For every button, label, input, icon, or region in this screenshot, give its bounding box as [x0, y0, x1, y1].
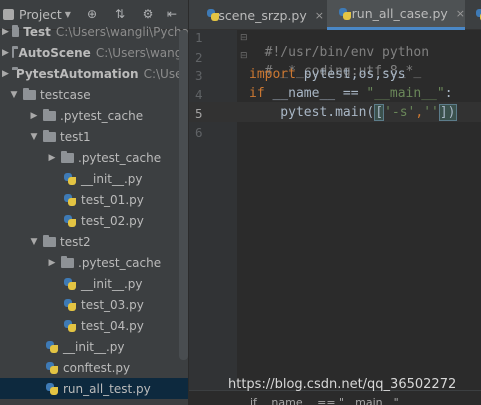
python-file-icon: [63, 319, 77, 333]
folder-icon: [23, 87, 36, 100]
chevron-right-icon[interactable]: ▶: [46, 153, 58, 163]
line-number: 2: [195, 50, 203, 65]
tree-item-file[interactable]: test_04.py: [0, 315, 188, 336]
python-file-icon: [45, 340, 59, 354]
folder-icon: [61, 255, 74, 268]
folder-icon: [43, 129, 56, 142]
vertical-scrollbar[interactable]: [179, 30, 188, 360]
line-number: 3: [195, 68, 203, 83]
collapse-all-icon[interactable]: ⇅: [112, 6, 128, 22]
tree-item-file[interactable]: test_03.py: [0, 294, 188, 315]
python-file-icon: [475, 8, 481, 22]
folder-icon: [61, 150, 74, 163]
tree-item-file-selected[interactable]: run_all_test.py: [0, 378, 188, 399]
python-file-icon: [45, 361, 59, 375]
folder-icon: [43, 234, 56, 247]
tree-item-testcase[interactable]: ▼ testcase: [0, 84, 188, 105]
breadcrumb[interactable]: if __name__ == "__main__": [250, 396, 399, 405]
tree-item-file[interactable]: __init__.py: [0, 336, 188, 357]
chevron-right-icon[interactable]: ▶: [46, 258, 58, 268]
tree-item-file[interactable]: test_02.py: [0, 210, 188, 231]
tree-item-test2[interactable]: ▼ test2: [0, 231, 188, 252]
chevron-right-icon[interactable]: ▶: [2, 48, 9, 58]
code-line-4: if __name__ == "__main__":: [249, 86, 453, 101]
chevron-right-icon[interactable]: ▶: [28, 111, 40, 121]
tab-overflow[interactable]: [468, 0, 481, 30]
tree-item-file[interactable]: test_01.py: [0, 189, 188, 210]
python-file-icon: [206, 8, 220, 22]
project-panel: Project ▼ ⊕ ⇅ ⚙ ⇤ ▶ Test C:\Users\wangli…: [0, 0, 189, 405]
python-file-icon: [338, 7, 351, 21]
project-view-selector[interactable]: Project: [19, 7, 62, 22]
hide-panel-icon[interactable]: ⇤: [164, 6, 180, 22]
folder-icon: [11, 45, 17, 58]
line-number: 1: [195, 30, 203, 45]
chevron-down-icon[interactable]: ▼: [28, 132, 40, 142]
tree-item-pytest-cache[interactable]: ▶ .pytest_cache: [0, 252, 188, 273]
line-number: 4: [195, 87, 203, 102]
gear-icon[interactable]: ⚙: [140, 6, 156, 22]
locate-icon[interactable]: ⊕: [84, 6, 100, 22]
chevron-down-icon[interactable]: ▼: [65, 10, 71, 19]
tab-run-all-case[interactable]: run_all_case.py ×: [327, 0, 465, 30]
python-file-icon: [63, 277, 77, 291]
tree-item-test[interactable]: ▶ Test C:\Users\wangli\Pycha: [0, 21, 188, 42]
fold-marker-icon[interactable]: ⊟: [240, 33, 248, 43]
close-icon[interactable]: ×: [315, 9, 324, 22]
line-number: 5: [195, 106, 203, 121]
tree-item-pytestautomation[interactable]: ▶ PytestAutomation C:\Users: [0, 63, 188, 84]
chevron-right-icon[interactable]: ▶: [2, 69, 9, 79]
folder-icon: [43, 108, 56, 121]
fold-marker-icon[interactable]: ⊟: [240, 51, 248, 61]
python-file-icon: [63, 172, 77, 186]
project-view-icon: [3, 9, 14, 20]
watermark: https://blog.csdn.net/qq_36502272: [228, 377, 457, 392]
editor-tab-bar: scene_srzp.py × run_all_case.py ×: [189, 0, 481, 30]
tree-item-pytest-cache[interactable]: ▶ .pytest_cache: [0, 147, 188, 168]
folder-icon: [11, 24, 20, 37]
tree-item-file[interactable]: __init__.py: [0, 168, 188, 189]
close-icon[interactable]: ×: [456, 7, 465, 20]
code-line-3: import pytest,os,sys: [249, 67, 406, 82]
python-file-icon: [63, 193, 77, 207]
python-file-icon: [63, 298, 77, 312]
code-line-5: pytest.main(['-s','']): [249, 104, 457, 121]
tree-item-pytest-cache[interactable]: ▶ .pytest_cache: [0, 105, 188, 126]
chevron-down-icon[interactable]: ▼: [28, 237, 40, 247]
tree-item-autoscene[interactable]: ▶ AutoScene C:\Users\wangli: [0, 42, 188, 63]
line-number: 6: [195, 125, 203, 140]
python-file-icon: [63, 214, 77, 228]
tree-item-file[interactable]: __init__.py: [0, 273, 188, 294]
chevron-down-icon[interactable]: ▼: [8, 90, 20, 100]
chevron-right-icon[interactable]: ▶: [2, 27, 9, 37]
python-file-icon: [45, 382, 59, 396]
tree-item-test1[interactable]: ▼ test1: [0, 126, 188, 147]
tab-scene-srzp[interactable]: scene_srzp.py ×: [195, 0, 324, 30]
tree-item-file[interactable]: conftest.py: [0, 357, 188, 378]
